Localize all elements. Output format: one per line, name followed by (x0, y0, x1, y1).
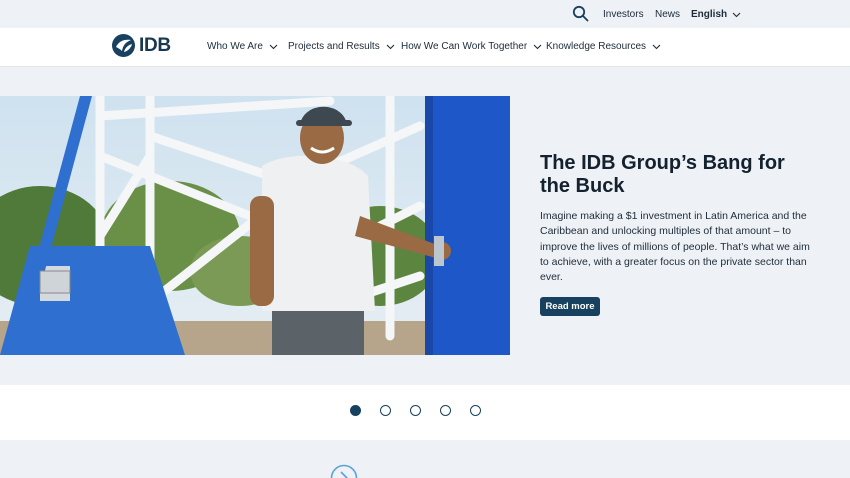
news-link[interactable]: News (655, 9, 680, 20)
nav-label: Who We Are (207, 41, 263, 52)
carousel-dot-1[interactable] (350, 405, 361, 416)
investors-link[interactable]: Investors (603, 9, 644, 20)
main-navigation: IDB Who We Are Projects and Results How … (0, 28, 850, 67)
nav-knowledge-resources[interactable]: Knowledge Resources (546, 41, 661, 52)
hero-image[interactable] (0, 96, 510, 355)
carousel-pagination (0, 385, 850, 440)
hero-title: The IDB Group’s Bang for the Buck (540, 152, 785, 197)
hero-body: Imagine making a $1 investment in Latin … (540, 210, 810, 284)
hero-photo (0, 96, 510, 355)
language-selector[interactable]: English (691, 9, 741, 20)
nav-projects-and-results[interactable]: Projects and Results (288, 41, 395, 52)
nav-label: Knowledge Resources (546, 41, 647, 52)
carousel-dot-3[interactable] (410, 405, 421, 416)
search-icon[interactable] (572, 5, 589, 22)
chevron-down-icon (269, 44, 278, 49)
logo-text: IDB (139, 34, 171, 56)
nav-label: How We Can Work Together (401, 41, 528, 52)
utility-bar: Investors News English (0, 0, 850, 28)
carousel-dot-4[interactable] (440, 405, 451, 416)
nav-who-we-are[interactable]: Who We Are (207, 41, 278, 52)
idb-logo-icon (112, 34, 135, 57)
chevron-right-circle-icon[interactable] (330, 464, 358, 478)
chevron-down-icon (652, 44, 661, 49)
carousel-dot-5[interactable] (470, 405, 481, 416)
nav-label: Projects and Results (288, 41, 380, 52)
read-more-button[interactable]: Read more (540, 297, 600, 316)
idb-logo[interactable]: IDB (111, 33, 171, 58)
carousel-dot-2[interactable] (380, 405, 391, 416)
chevron-down-icon (386, 44, 395, 49)
chevron-down-icon (732, 12, 741, 17)
language-label: English (691, 9, 728, 20)
nav-how-we-can-work-together[interactable]: How We Can Work Together (401, 41, 542, 52)
chevron-down-icon (533, 44, 542, 49)
hero-carousel: The IDB Group’s Bang for the Buck Imagin… (0, 67, 850, 385)
next-section (0, 440, 850, 478)
